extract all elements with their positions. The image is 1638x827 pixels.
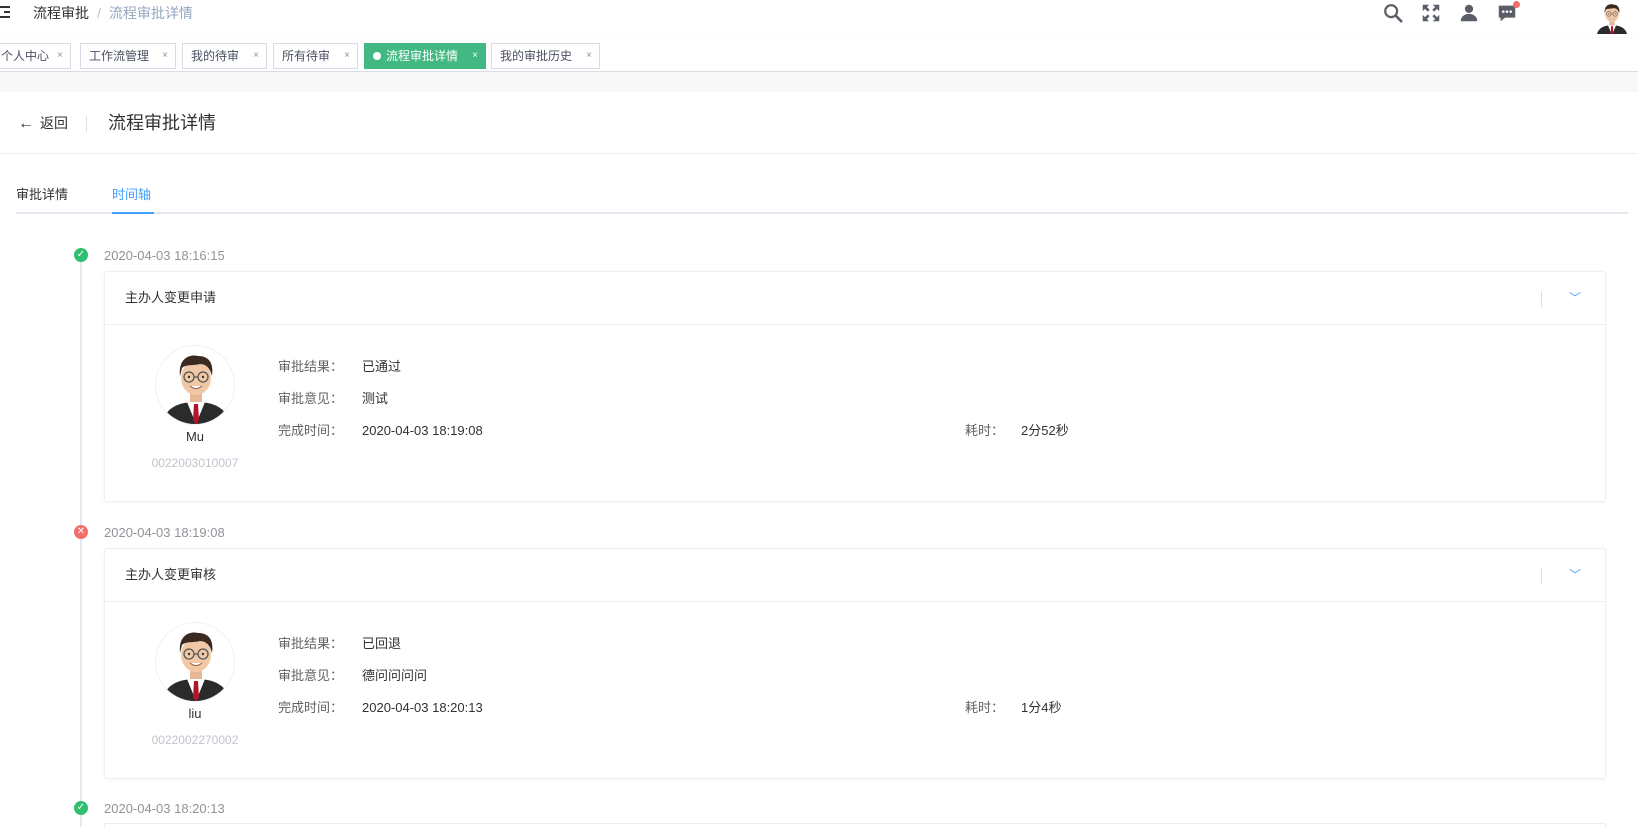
duration-value: 2分52秒	[1021, 423, 1069, 438]
tag-personal-center[interactable]: 个人中心 ×	[0, 43, 71, 69]
tags-view-bar: 个人中心 × 工作流管理 × 我的待审 × 所有待审 × 流程审批详情 × 我的审批历史 ×	[0, 38, 1638, 72]
tag-label: 所有待审	[282, 49, 331, 63]
card-header[interactable]: 主办人变更申请 ﹀	[105, 272, 1605, 325]
breadcrumb-separator: /	[97, 5, 101, 21]
user-avatar[interactable]	[1594, 0, 1630, 34]
tag-my-pending[interactable]: 我的待审 ×	[182, 43, 267, 69]
finish-label: 完成时间：	[278, 423, 344, 438]
page-title: 流程审批详情	[108, 113, 216, 133]
finish-label: 完成时间：	[278, 700, 344, 715]
tag-close-icon[interactable]: ×	[472, 44, 478, 68]
finish-value: 2020-04-03 18:20:13	[362, 700, 483, 715]
tag-process-approval-detail[interactable]: 流程审批详情 ×	[364, 43, 486, 69]
result-value: 已回退	[362, 636, 402, 651]
page-header: ← 返回 流程审批详情	[0, 92, 1638, 154]
approver-name: liu	[188, 706, 202, 721]
rejected-close-icon: ✕	[74, 525, 88, 539]
tag-label: 我的待审	[191, 49, 240, 63]
hamburger-menu-icon[interactable]	[0, 5, 10, 19]
approver-name: Mu	[185, 429, 205, 444]
finish-row: 完成时间：	[278, 699, 343, 717]
tag-my-approval-history[interactable]: 我的审批历史 ×	[491, 43, 600, 69]
tag-label: 我的审批历史	[500, 49, 573, 63]
opinion-value: 测试	[362, 391, 389, 406]
result-label: 审批结果：	[278, 359, 344, 374]
top-navbar: 流程审批 / 流程审批详情	[0, 0, 1638, 38]
duration-value: 1分4秒	[1021, 700, 1062, 715]
approver-avatar	[155, 345, 235, 425]
card-header[interactable]: 主办人变更审核 ﹀	[105, 549, 1605, 602]
approver-code: 0022002270002	[151, 733, 239, 747]
back-button[interactable]: ← 返回	[18, 114, 68, 133]
timeline-line	[80, 255, 82, 827]
card-title: 主办人变更审核	[125, 567, 217, 582]
back-label: 返回	[40, 115, 68, 131]
active-dot-icon	[373, 52, 381, 60]
tag-close-icon[interactable]: ×	[253, 44, 259, 68]
tag-close-icon[interactable]: ×	[162, 44, 168, 68]
collapse-toggle[interactable]: ﹀	[1541, 568, 1581, 584]
result-row: 审批结果：	[278, 635, 343, 653]
breadcrumb: 流程审批 / 流程审批详情	[33, 5, 193, 21]
collapse-divider	[1541, 291, 1542, 307]
tag-all-pending[interactable]: 所有待审 ×	[273, 43, 358, 69]
breadcrumb-item-current: 流程审批详情	[108, 5, 193, 21]
approver-avatar	[155, 622, 235, 702]
collapse-toggle[interactable]: ﹀	[1541, 291, 1581, 307]
finish-value: 2020-04-03 18:19:08	[362, 423, 483, 438]
tag-workflow-management[interactable]: 工作流管理 ×	[80, 43, 176, 69]
success-check-icon: ✓	[74, 248, 88, 262]
duration-label: 耗时：	[965, 700, 1005, 715]
timeline-card: 主办人变更申请 ﹀ Mu 0022003010007 审批结果： 已通过 审批意…	[104, 271, 1606, 502]
user-icon[interactable]	[1458, 2, 1480, 24]
card-body: liu 0022002270002 审批结果： 已回退 审批意见： 德问问问问 …	[105, 602, 1605, 778]
chevron-down-icon: ﹀	[1568, 568, 1581, 582]
opinion-row: 审批意见：	[278, 667, 343, 685]
tag-close-icon[interactable]: ×	[57, 44, 63, 68]
active-tab-indicator	[112, 212, 154, 214]
timeline-timestamp: 2020-04-03 18:20:13	[104, 801, 225, 816]
duration-row: 耗时：	[965, 699, 1004, 717]
timeline-timestamp: 2020-04-03 18:16:15	[104, 248, 225, 263]
opinion-label: 审批意见：	[278, 391, 344, 406]
opinion-value: 德问问问问	[362, 668, 428, 683]
result-value: 已通过	[362, 359, 402, 374]
notification-badge	[1513, 1, 1520, 8]
result-label: 审批结果：	[278, 636, 344, 651]
collapse-divider	[1541, 568, 1542, 584]
duration-row: 耗时：	[965, 422, 1004, 440]
opinion-label: 审批意见：	[278, 668, 344, 683]
tab-approval-detail[interactable]: 审批详情	[16, 185, 68, 205]
detail-tabs: 审批详情 时间轴	[16, 176, 1628, 214]
tag-close-icon[interactable]: ×	[344, 44, 350, 68]
finish-row: 完成时间：	[278, 422, 343, 440]
timeline-card: 主办人变更审核 ﹀ liu 0022002270002 审批结果： 已回退 审批…	[104, 548, 1606, 779]
approver-code: 0022003010007	[151, 456, 239, 470]
header-divider	[86, 116, 87, 132]
card-title: 主办人变更申请	[125, 290, 217, 305]
duration-label: 耗时：	[965, 423, 1005, 438]
timeline-timestamp: 2020-04-03 18:19:08	[104, 525, 225, 540]
breadcrumb-item-process-approval[interactable]: 流程审批	[33, 5, 89, 21]
search-icon[interactable]	[1382, 2, 1404, 24]
opinion-row: 审批意见：	[278, 390, 343, 408]
result-row: 审批结果：	[278, 358, 343, 376]
tag-label: 个人中心	[1, 49, 50, 63]
card-body: Mu 0022003010007 审批结果： 已通过 审批意见： 测试 完成时间…	[105, 325, 1605, 501]
content-top-strip	[0, 72, 1638, 92]
fullscreen-icon[interactable]	[1420, 2, 1442, 24]
tag-close-icon[interactable]: ×	[586, 44, 592, 68]
message-icon[interactable]	[1496, 1, 1520, 24]
timeline-card-partial	[104, 823, 1606, 827]
tag-label: 工作流管理	[89, 49, 150, 63]
arrow-left-icon: ←	[18, 115, 34, 132]
success-check-icon: ✓	[74, 801, 88, 815]
chevron-down-icon: ﹀	[1568, 291, 1581, 305]
tab-timeline[interactable]: 时间轴	[112, 185, 151, 205]
tag-label: 流程审批详情	[386, 49, 459, 63]
